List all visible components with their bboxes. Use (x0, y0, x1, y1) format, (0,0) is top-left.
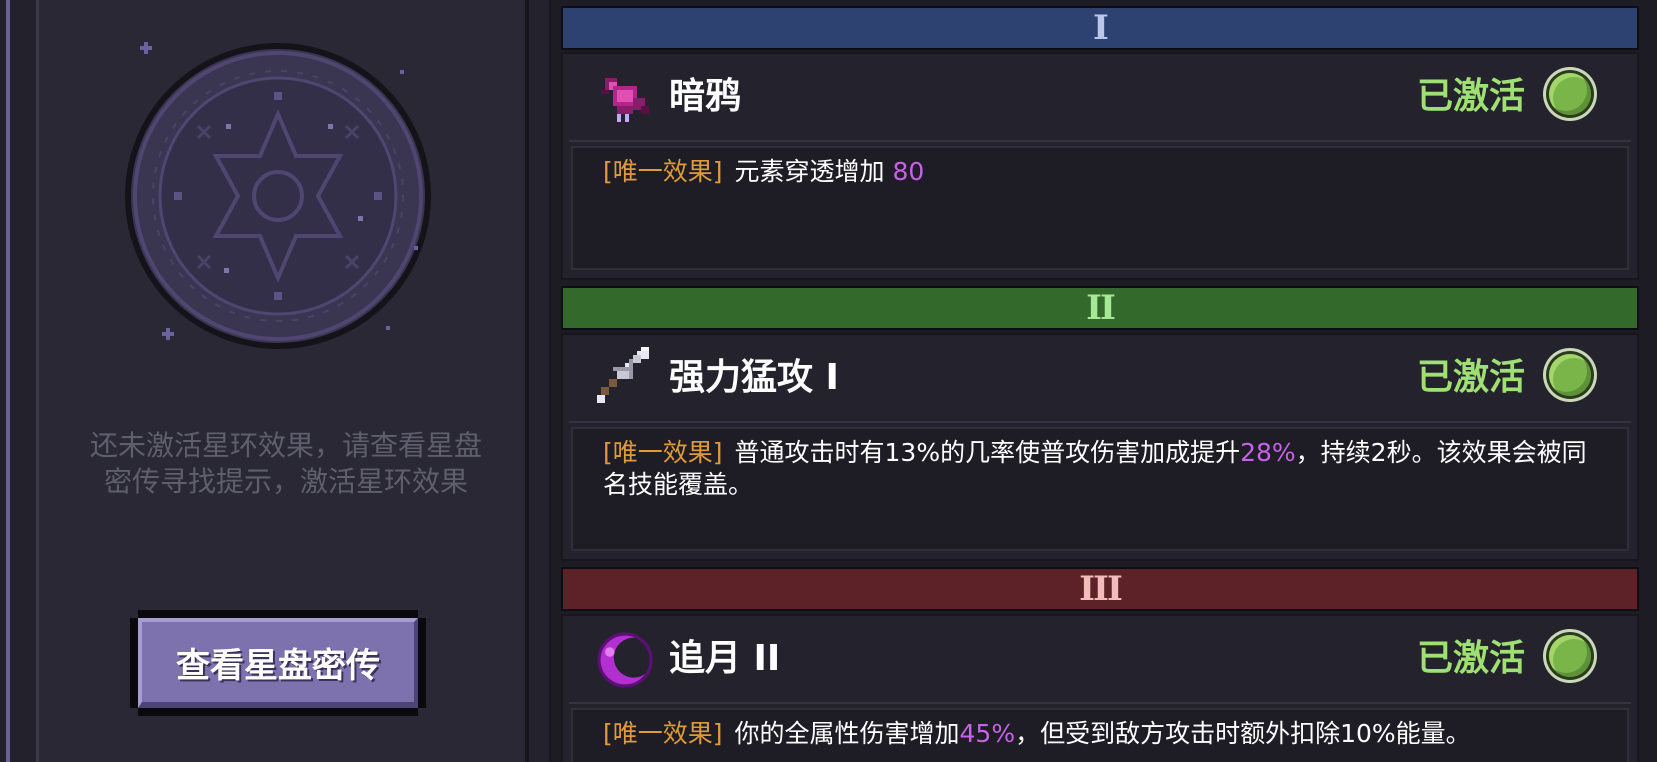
view-star-disk-button[interactable]: 查看星盘密传 (130, 610, 426, 716)
skill-card-dark-crow[interactable]: 暗鸦 已激活 [唯一效果] 元素穿透增加 80 (561, 52, 1639, 280)
tier-3-header: III (561, 567, 1639, 611)
tier-numeral: II (1086, 288, 1116, 328)
status-activated-label: 已激活 (1416, 357, 1525, 398)
description-text-tail: ，但受到敌方攻击时额外扣除10%能量。 (1015, 719, 1471, 748)
skill-description: [唯一效果] 元素穿透增加 80 (603, 156, 1603, 188)
skill-description: [唯一效果] 你的全属性伤害增加45%，但受到敌方攻击时额外扣除10%能量。 (603, 718, 1603, 750)
description-text: 元素穿透增加 (734, 157, 893, 186)
description-text: 你的全属性伤害增加 (734, 719, 960, 748)
unique-effect-tag: [唯一效果] (603, 157, 723, 186)
crescent-moon-icon (597, 632, 654, 688)
highlight-value: 28% (1240, 438, 1296, 467)
highlight-value: 80 (892, 157, 925, 186)
status-indicator-icon (1549, 73, 1591, 115)
description-text: 普通攻击时有13%的几率使普攻伤害加成提升 (734, 438, 1241, 467)
tier-2-header: II (561, 286, 1639, 330)
divider-rail (529, 0, 551, 762)
hint-text: 还未激活星环效果，请查看星盘 密传寻找提示，激活星环效果 (89, 429, 482, 498)
unique-effect-tag: [唯一效果] (603, 438, 723, 467)
skill-description: [唯一效果] 普通攻击时有13%的几率使普攻伤害加成提升28%，持续2秒。该效果会… (603, 437, 1603, 501)
highlight-value: 45% (959, 719, 1016, 748)
skill-effect-box: [唯一效果] 普通攻击时有13%的几率使普攻伤害加成提升28%，持续2秒。该效果会… (571, 427, 1629, 551)
tier-numeral: III (1079, 569, 1123, 609)
sword-icon (597, 347, 649, 403)
skill-name: 强力猛攻 I (669, 357, 839, 398)
left-edge-bar (0, 0, 39, 762)
unique-effect-tag: [唯一效果] (603, 719, 723, 748)
skill-effect-box: [唯一效果] 你的全属性伤害增加45%，但受到敌方攻击时额外扣除10%能量。 (571, 708, 1629, 762)
status-indicator-icon (1549, 635, 1591, 677)
skill-effect-box: [唯一效果] 元素穿透增加 80 (571, 146, 1629, 270)
status-indicator-icon (1549, 354, 1591, 396)
skill-card-power-strike[interactable]: 强力猛攻 I 已激活 [唯一效果] 普通攻击时有13%的几率使普攻伤害加成提升28… (561, 333, 1639, 561)
skill-name: 暗鸦 (669, 76, 742, 117)
status-activated-label: 已激活 (1416, 638, 1525, 679)
skill-name: 追月 II (669, 638, 781, 679)
tier-numeral: I (1093, 8, 1109, 48)
star-disk-sigil-icon (125, 42, 431, 349)
skill-card-chasing-moon[interactable]: 追月 II 已激活 [唯一效果] 你的全属性伤害增加45%，但受到敌方攻击时额外扣… (561, 614, 1639, 762)
status-activated-label: 已激活 (1416, 76, 1525, 117)
view-star-disk-button-label: 查看星盘密传 (138, 618, 418, 708)
crow-icon (601, 78, 649, 122)
star-ring-screen: 还未激活星环效果，请查看星盘 密传寻找提示，激活星环效果 查看星盘密传 I 暗鸦… (0, 0, 1657, 762)
tier-1-header: I (561, 6, 1639, 50)
